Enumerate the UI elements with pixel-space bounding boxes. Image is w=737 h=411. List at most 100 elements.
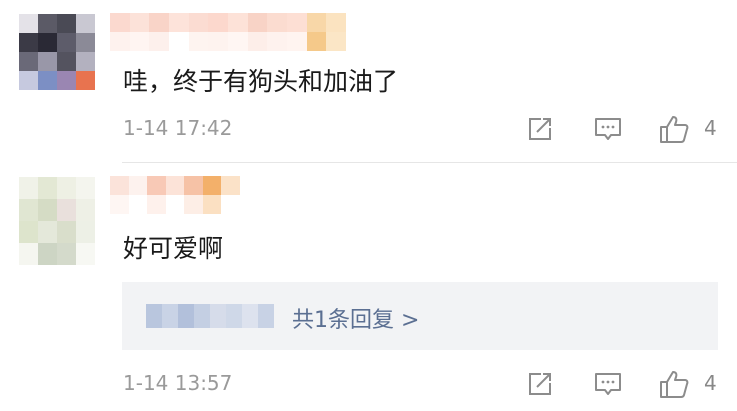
pixel-block (128, 176, 148, 195)
pixel-block (110, 195, 129, 214)
pixel-block (168, 13, 189, 32)
pixel-block (194, 304, 210, 328)
username[interactable] (110, 13, 346, 51)
pixel-block (202, 195, 222, 214)
share-button[interactable] (525, 114, 555, 144)
pixel-block (165, 176, 185, 195)
pixel-block (19, 71, 38, 90)
pixel-block (168, 32, 189, 51)
pixel-block (178, 304, 194, 328)
pixel-block (147, 195, 166, 214)
comment-button[interactable] (593, 369, 623, 399)
pixel-block (57, 14, 76, 33)
pixel-block (57, 177, 76, 199)
pixel-block (128, 195, 148, 214)
pixel-block (146, 304, 162, 328)
comment-footer: 1-14 17:42 4 (123, 114, 737, 144)
pixel-block (129, 13, 150, 32)
comment-time: 1-14 13:57 (123, 371, 233, 395)
reply-author (146, 304, 274, 328)
pixel-block (188, 13, 209, 32)
pixel-block (227, 32, 248, 51)
pixel-block (57, 52, 76, 71)
pixel-block (286, 13, 307, 32)
username[interactable] (110, 176, 240, 214)
pixel-block (19, 199, 38, 221)
comment-text: 哇，终于有狗头和加油了 (123, 67, 399, 96)
thumbs-up-icon (660, 116, 689, 143)
pixel-block (247, 32, 268, 51)
thumbs-up-icon (660, 371, 689, 398)
pixel-block (267, 32, 287, 51)
pixel-block (38, 52, 57, 71)
pixel-block (57, 33, 76, 52)
pixel-block (110, 32, 130, 51)
reply-preview[interactable]: 共1条回复 > (122, 282, 718, 350)
pixel-block (221, 176, 240, 195)
pixel-block (38, 221, 57, 243)
pixel-block (76, 177, 95, 199)
like-count: 4 (704, 116, 717, 140)
like-count: 4 (704, 371, 717, 395)
pixel-block (129, 32, 150, 51)
comment-item-2: 好可爱啊 共1条回复 > 1-14 13:57 4 (0, 163, 737, 411)
pixel-block (184, 195, 203, 214)
pixel-block (258, 304, 274, 328)
pixel-block (38, 177, 57, 199)
pixel-block (227, 13, 248, 32)
pixel-block (57, 199, 76, 221)
pixel-block (57, 71, 76, 90)
avatar[interactable] (19, 177, 95, 265)
pixel-block (149, 13, 169, 32)
pixel-block (76, 199, 95, 221)
like-button[interactable] (658, 114, 689, 144)
pixel-block (208, 32, 228, 51)
pixel-block (38, 71, 57, 90)
pixel-block (267, 13, 287, 32)
pixel-block (188, 32, 209, 51)
pixel-block (76, 14, 95, 33)
comment-text: 好可爱啊 (123, 234, 224, 263)
pixel-block (286, 32, 307, 51)
pixel-block (306, 13, 327, 32)
pixel-block (326, 32, 346, 51)
pixel-block (165, 195, 185, 214)
like-button[interactable] (658, 369, 689, 399)
pixel-block (38, 243, 57, 265)
share-icon (529, 373, 551, 395)
pixel-block (202, 176, 222, 195)
comment-time: 1-14 17:42 (123, 116, 233, 140)
pixel-block (221, 195, 240, 214)
avatar[interactable] (19, 14, 95, 90)
pixel-block (110, 176, 129, 195)
view-replies-link[interactable]: 共1条回复 > (292, 302, 419, 334)
share-icon (529, 118, 551, 140)
pixel-block (19, 52, 38, 71)
comment-item-1: 哇，终于有狗头和加油了 1-14 17:42 4 (0, 0, 737, 163)
pixel-block (306, 32, 327, 51)
pixel-block (208, 13, 228, 32)
pixel-block (226, 304, 242, 328)
pixel-block (57, 243, 76, 265)
pixel-block (147, 176, 166, 195)
pixel-block (19, 177, 38, 199)
pixel-block (38, 199, 57, 221)
pixel-block (38, 14, 57, 33)
pixel-block (76, 243, 95, 265)
pixel-block (242, 304, 258, 328)
pixel-block (38, 33, 57, 52)
pixel-block (76, 33, 95, 52)
pixel-block (19, 33, 38, 52)
pixel-block (110, 13, 130, 32)
pixel-block (19, 243, 38, 265)
pixel-block (326, 13, 346, 32)
pixel-block (76, 71, 95, 90)
comment-icon (595, 118, 621, 140)
pixel-block (184, 176, 203, 195)
pixel-block (57, 221, 76, 243)
pixel-block (149, 32, 169, 51)
comment-button[interactable] (593, 114, 623, 144)
comment-footer: 1-14 13:57 4 (123, 369, 737, 399)
share-button[interactable] (525, 369, 555, 399)
pixel-block (76, 221, 95, 243)
